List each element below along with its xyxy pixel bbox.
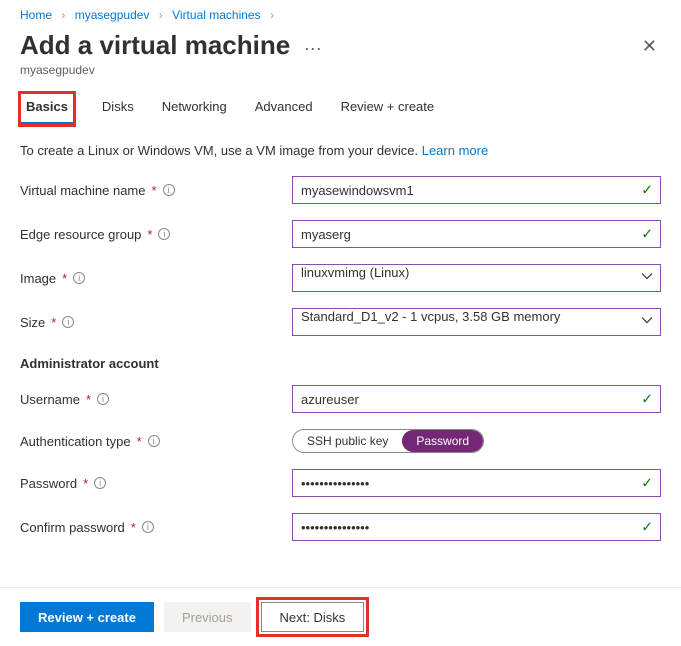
info-icon[interactable]: i xyxy=(163,184,175,196)
chevron-right-icon: › xyxy=(270,8,274,22)
erg-input[interactable] xyxy=(292,220,661,248)
tab-disks[interactable]: Disks xyxy=(102,93,134,125)
footer-bar: Review + create Previous Next: Disks xyxy=(0,587,681,646)
image-label: Image xyxy=(20,271,56,286)
info-icon[interactable]: i xyxy=(62,316,74,328)
breadcrumb: Home › myasegpudev › Virtual machines › xyxy=(0,0,681,26)
auth-type-label: Authentication type xyxy=(20,434,131,449)
tab-review[interactable]: Review + create xyxy=(341,93,435,125)
page-title: Add a virtual machine xyxy=(20,30,290,61)
auth-password-option[interactable]: Password xyxy=(402,430,483,452)
more-actions-icon[interactable]: ··· xyxy=(304,38,322,58)
tab-bar: Basics Disks Networking Advanced Review … xyxy=(0,93,681,125)
erg-label: Edge resource group xyxy=(20,227,141,242)
required-icon: * xyxy=(51,315,56,330)
vm-name-input[interactable] xyxy=(292,176,661,204)
required-icon: * xyxy=(83,476,88,491)
close-icon[interactable]: ✕ xyxy=(642,30,661,57)
auth-ssh-option[interactable]: SSH public key xyxy=(293,430,402,452)
auth-type-toggle: SSH public key Password xyxy=(292,429,484,453)
previous-button[interactable]: Previous xyxy=(164,602,251,632)
required-icon: * xyxy=(137,434,142,449)
tab-networking[interactable]: Networking xyxy=(162,93,227,125)
required-icon: * xyxy=(152,183,157,198)
vm-name-label: Virtual machine name xyxy=(20,183,146,198)
page-subtitle: myasegpudev xyxy=(0,61,681,93)
review-create-button[interactable]: Review + create xyxy=(20,602,154,632)
info-icon[interactable]: i xyxy=(142,521,154,533)
breadcrumb-home[interactable]: Home xyxy=(20,8,52,22)
info-icon[interactable]: i xyxy=(94,477,106,489)
description: To create a Linux or Windows VM, use a V… xyxy=(0,143,681,176)
size-label: Size xyxy=(20,315,45,330)
chevron-right-icon: › xyxy=(159,8,163,22)
username-input[interactable] xyxy=(292,385,661,413)
info-icon[interactable]: i xyxy=(158,228,170,240)
size-select[interactable]: Standard_D1_v2 - 1 vcpus, 3.58 GB memory xyxy=(292,308,661,336)
next-disks-button[interactable]: Next: Disks xyxy=(261,602,365,632)
breadcrumb-section[interactable]: Virtual machines xyxy=(172,8,261,22)
info-icon[interactable]: i xyxy=(148,435,160,447)
password-label: Password xyxy=(20,476,77,491)
username-label: Username xyxy=(20,392,80,407)
breadcrumb-resource[interactable]: myasegpudev xyxy=(75,8,150,22)
password-input[interactable] xyxy=(292,469,661,497)
confirm-password-label: Confirm password xyxy=(20,520,125,535)
required-icon: * xyxy=(62,271,67,286)
info-icon[interactable]: i xyxy=(73,272,85,284)
confirm-password-input[interactable] xyxy=(292,513,661,541)
info-icon[interactable]: i xyxy=(97,393,109,405)
chevron-right-icon: › xyxy=(61,8,65,22)
required-icon: * xyxy=(147,227,152,242)
tab-advanced[interactable]: Advanced xyxy=(255,93,313,125)
admin-section-header: Administrator account xyxy=(0,352,681,385)
required-icon: * xyxy=(131,520,136,535)
tab-basics[interactable]: Basics xyxy=(20,93,74,125)
learn-more-link[interactable]: Learn more xyxy=(422,143,488,158)
image-select[interactable]: linuxvmimg (Linux) xyxy=(292,264,661,292)
required-icon: * xyxy=(86,392,91,407)
